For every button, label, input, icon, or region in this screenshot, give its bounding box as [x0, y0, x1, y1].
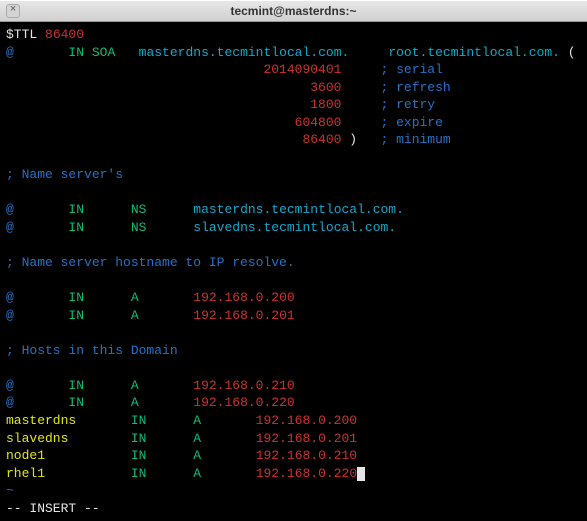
tilde-line: ~ — [6, 483, 14, 498]
named-type-2: A — [193, 448, 201, 463]
a-value-1: 192.168.0.201 — [193, 308, 294, 323]
ttl-value: 86400 — [45, 27, 84, 42]
comment-nameservers: ; Name server's — [6, 167, 123, 182]
ns-value-0: masterdns.tecmintlocal.com. — [193, 202, 404, 217]
named-type-1: A — [193, 431, 201, 446]
soa-mail: root.tecmintlocal.com. — [388, 45, 560, 60]
named-type-3: A — [193, 466, 201, 481]
soa-serial: 2014090401 — [263, 62, 341, 77]
named-host-0: masterdns — [6, 413, 76, 428]
a-type-0: A — [131, 290, 139, 305]
soa-origin: @ — [6, 45, 14, 60]
a-value-0: 192.168.0.200 — [193, 290, 294, 305]
named-type-0: A — [193, 413, 201, 428]
ns-value-1: slavedns.tecmintlocal.com. — [193, 220, 396, 235]
ns-origin-1: @ — [6, 220, 14, 235]
cursor — [357, 467, 365, 481]
ns-in-0: IN — [68, 202, 84, 217]
vim-mode: -- INSERT -- — [6, 501, 100, 516]
window-title: tecmint@masterdns:~ — [230, 4, 356, 18]
host-type-1: A — [131, 395, 139, 410]
a-in-0: IN — [68, 290, 84, 305]
named-host-1: slavedns — [6, 431, 68, 446]
paren-open: ( — [568, 45, 576, 60]
soa-minimum: 86400 — [302, 132, 341, 147]
a-origin-1: @ — [6, 308, 14, 323]
host-type-0: A — [131, 378, 139, 393]
named-host-3: rhel1 — [6, 466, 45, 481]
ns-type-0: NS — [131, 202, 147, 217]
a-origin-0: @ — [6, 290, 14, 305]
named-in-1: IN — [131, 431, 147, 446]
named-value-1: 192.168.0.201 — [256, 431, 357, 446]
soa-type: SOA — [92, 45, 115, 60]
named-value-0: 192.168.0.200 — [256, 413, 357, 428]
soa-retry-comment: ; retry — [380, 97, 435, 112]
ns-in-1: IN — [68, 220, 84, 235]
host-in-0: IN — [68, 378, 84, 393]
named-host-2: node1 — [6, 448, 45, 463]
soa-expire-comment: ; expire — [380, 115, 442, 130]
soa-refresh: 3600 — [310, 80, 341, 95]
window-titlebar: × tecmint@masterdns:~ — [0, 0, 587, 22]
host-value-1: 192.168.0.220 — [193, 395, 294, 410]
terminal-content[interactable]: $TTL 86400 @ IN SOA masterdns.tecmintloc… — [0, 22, 587, 521]
named-value-2: 192.168.0.210 — [256, 448, 357, 463]
host-in-1: IN — [68, 395, 84, 410]
host-value-0: 192.168.0.210 — [193, 378, 294, 393]
named-in-2: IN — [131, 448, 147, 463]
comment-hosts: ; Hosts in this Domain — [6, 343, 178, 358]
soa-serial-comment: ; serial — [380, 62, 442, 77]
named-in-0: IN — [131, 413, 147, 428]
soa-in: IN — [68, 45, 84, 60]
host-origin-1: @ — [6, 395, 14, 410]
comment-ip-resolve: ; Name server hostname to IP resolve. — [6, 255, 295, 270]
soa-refresh-comment: ; refresh — [380, 80, 450, 95]
named-value-3: 192.168.0.22 — [256, 466, 350, 481]
named-in-3: IN — [131, 466, 147, 481]
paren-close: ) — [349, 132, 357, 147]
soa-minimum-comment: ; minimum — [381, 132, 451, 147]
ns-origin-0: @ — [6, 202, 14, 217]
a-type-1: A — [131, 308, 139, 323]
last-char: 0 — [349, 466, 357, 481]
a-in-1: IN — [68, 308, 84, 323]
soa-primary: masterdns.tecmintlocal.com. — [139, 45, 350, 60]
ns-type-1: NS — [131, 220, 147, 235]
ttl-directive: $TTL — [6, 27, 37, 42]
host-origin-0: @ — [6, 378, 14, 393]
soa-expire: 604800 — [295, 115, 342, 130]
close-icon[interactable]: × — [6, 4, 20, 18]
soa-retry: 1800 — [310, 97, 341, 112]
